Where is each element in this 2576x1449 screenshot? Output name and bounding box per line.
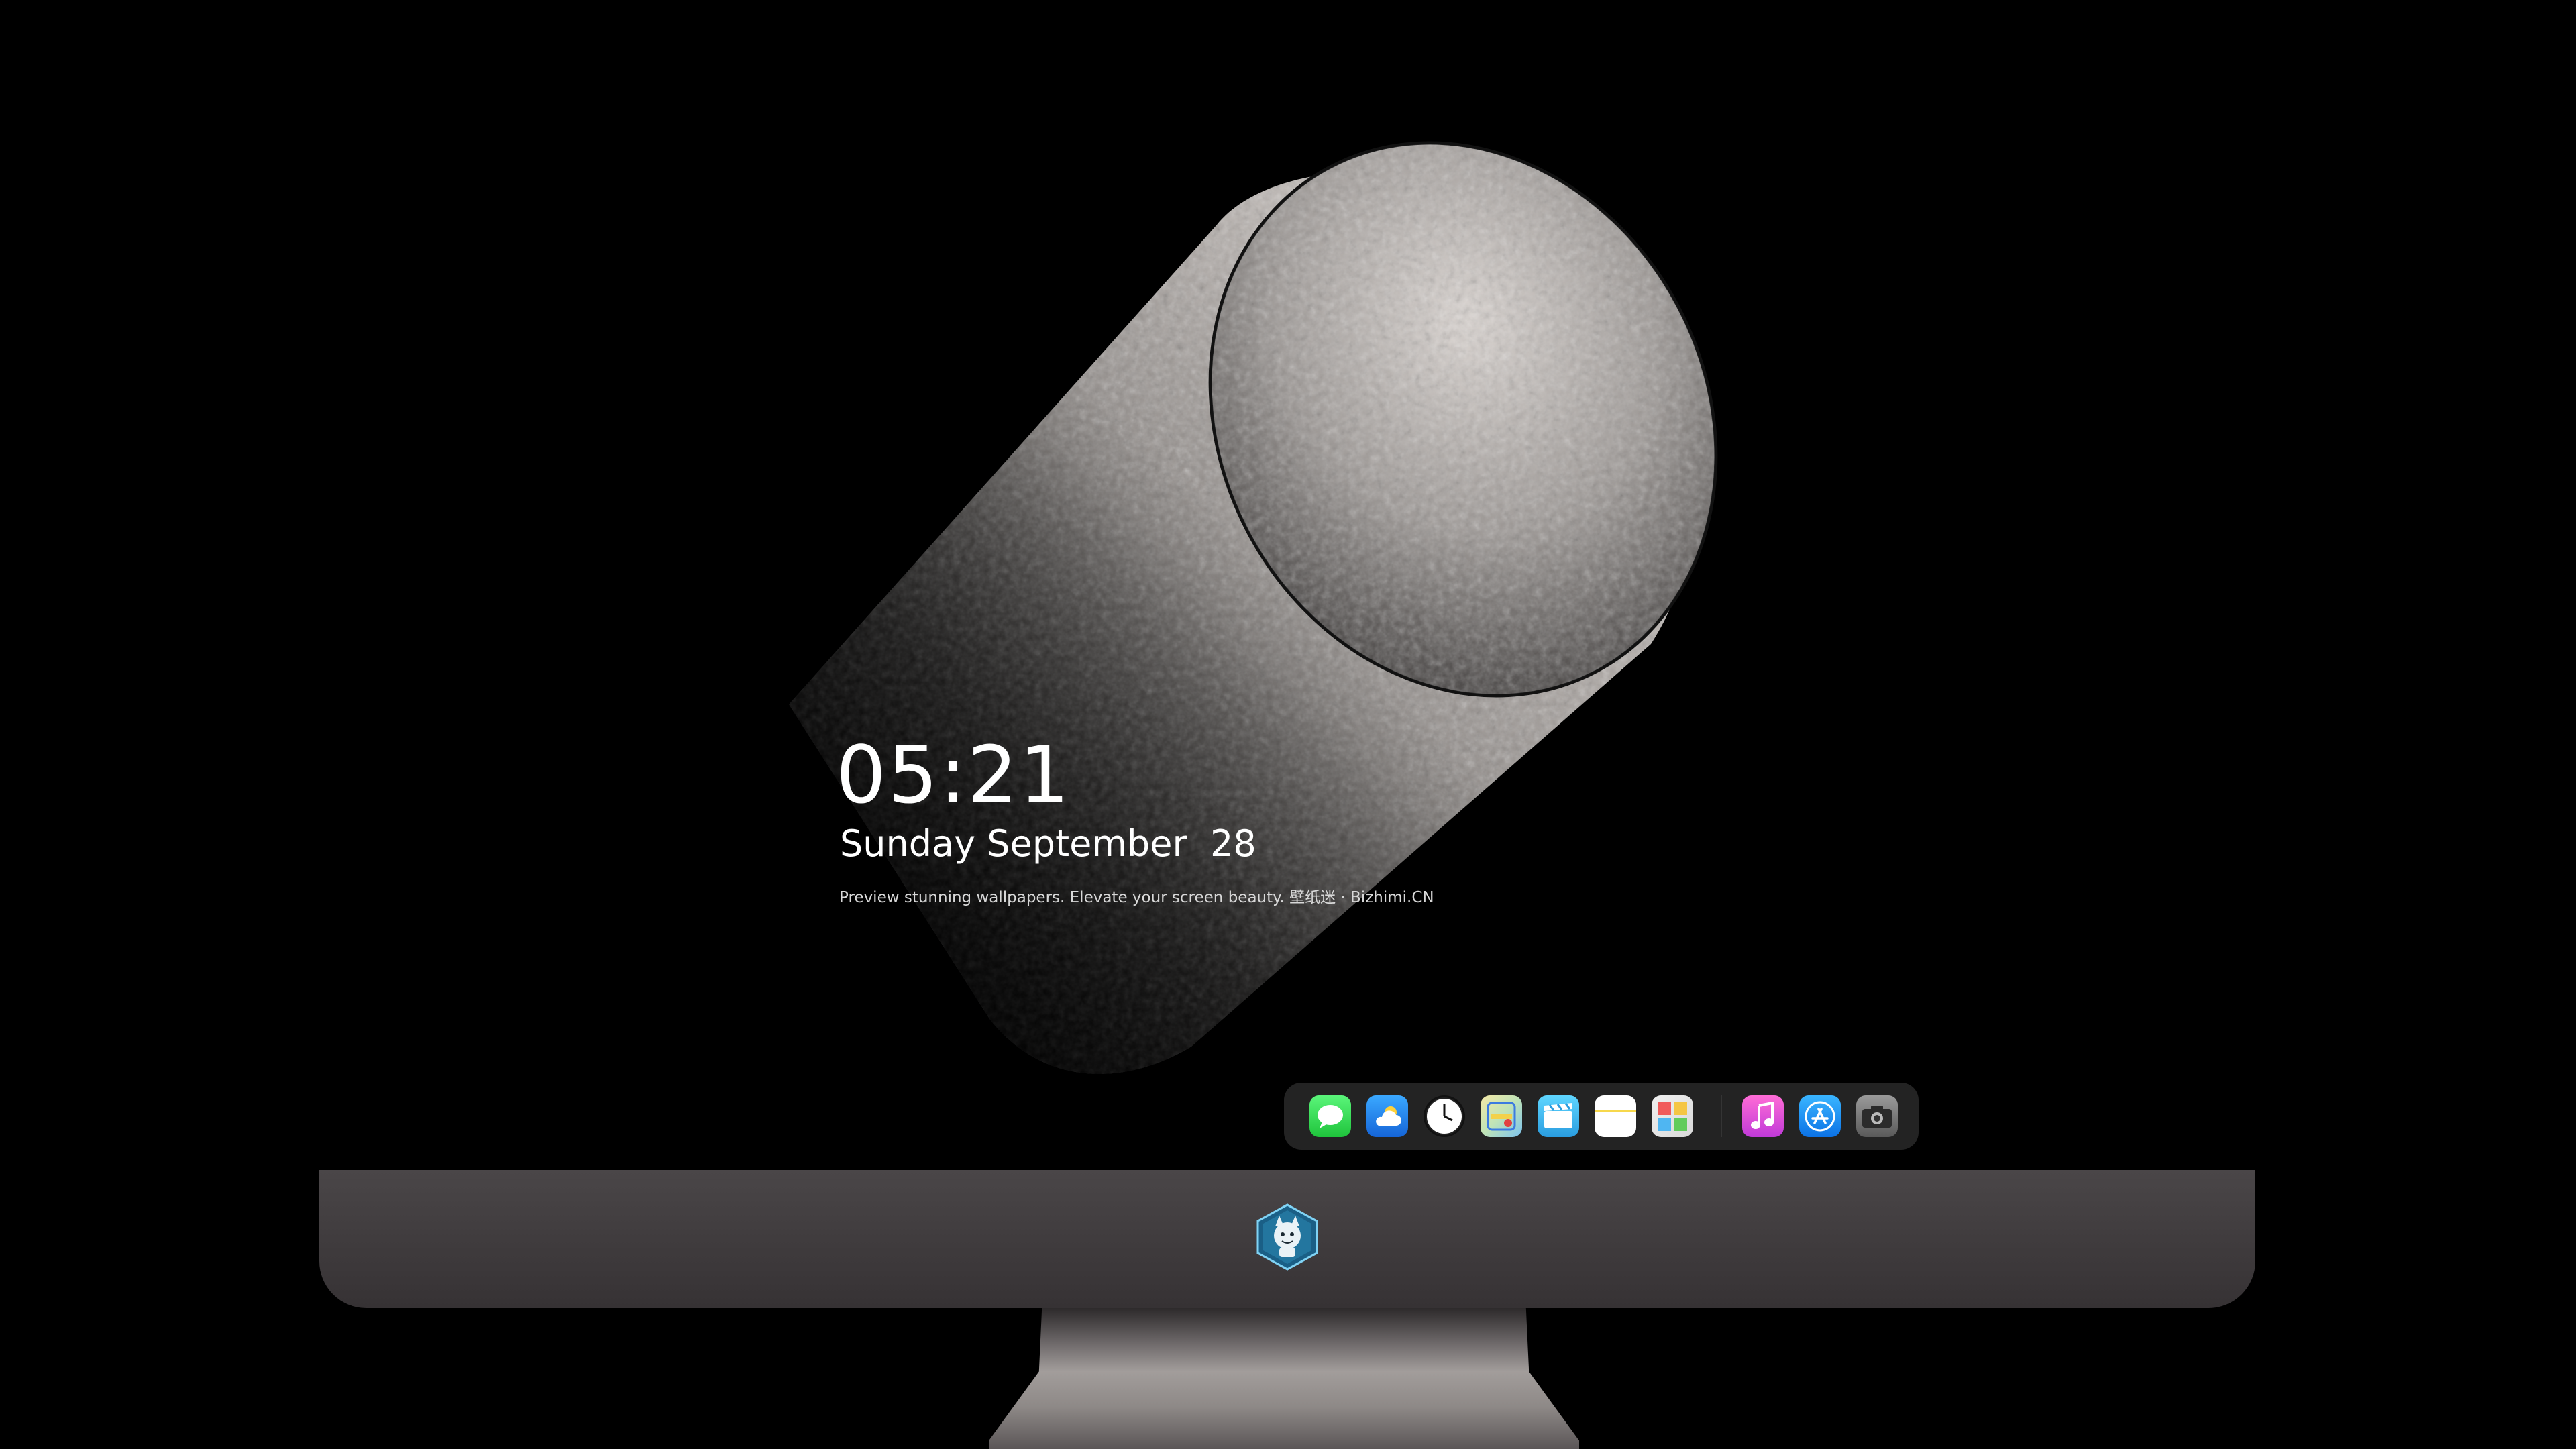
notes-icon[interactable] [1595, 1095, 1636, 1137]
clock-icon[interactable] [1424, 1095, 1465, 1137]
clips-icon[interactable] [1538, 1095, 1579, 1137]
app-store-icon[interactable] [1799, 1095, 1841, 1137]
photos-icon[interactable] [1652, 1095, 1693, 1137]
monitor-chin [319, 1170, 2255, 1308]
weather-icon[interactable] [1366, 1095, 1408, 1137]
wallpaper-tagline: Preview stunning wallpapers. Elevate you… [839, 889, 1434, 906]
desktop-scene: 05:21 Sunday September 28 Preview stunni… [0, 0, 2576, 1449]
lockscreen-time: 05:21 [836, 729, 1071, 821]
dock-separator [1721, 1095, 1722, 1137]
lockscreen-date: Sunday September 28 [840, 822, 1256, 865]
music-icon[interactable] [1742, 1095, 1784, 1137]
maps-icon[interactable] [1481, 1095, 1522, 1137]
monitor-screen: 05:21 Sunday September 28 Preview stunni… [319, 0, 2255, 1170]
messages-icon[interactable] [1309, 1095, 1351, 1137]
cylinder-wallpaper-image [789, 141, 1718, 1074]
dock [1284, 1083, 1919, 1150]
brand-logo-icon [1256, 1203, 1318, 1271]
monitor-stand [989, 1308, 1579, 1449]
camera-icon[interactable] [1856, 1095, 1898, 1137]
wallpaper [319, 0, 2255, 1170]
